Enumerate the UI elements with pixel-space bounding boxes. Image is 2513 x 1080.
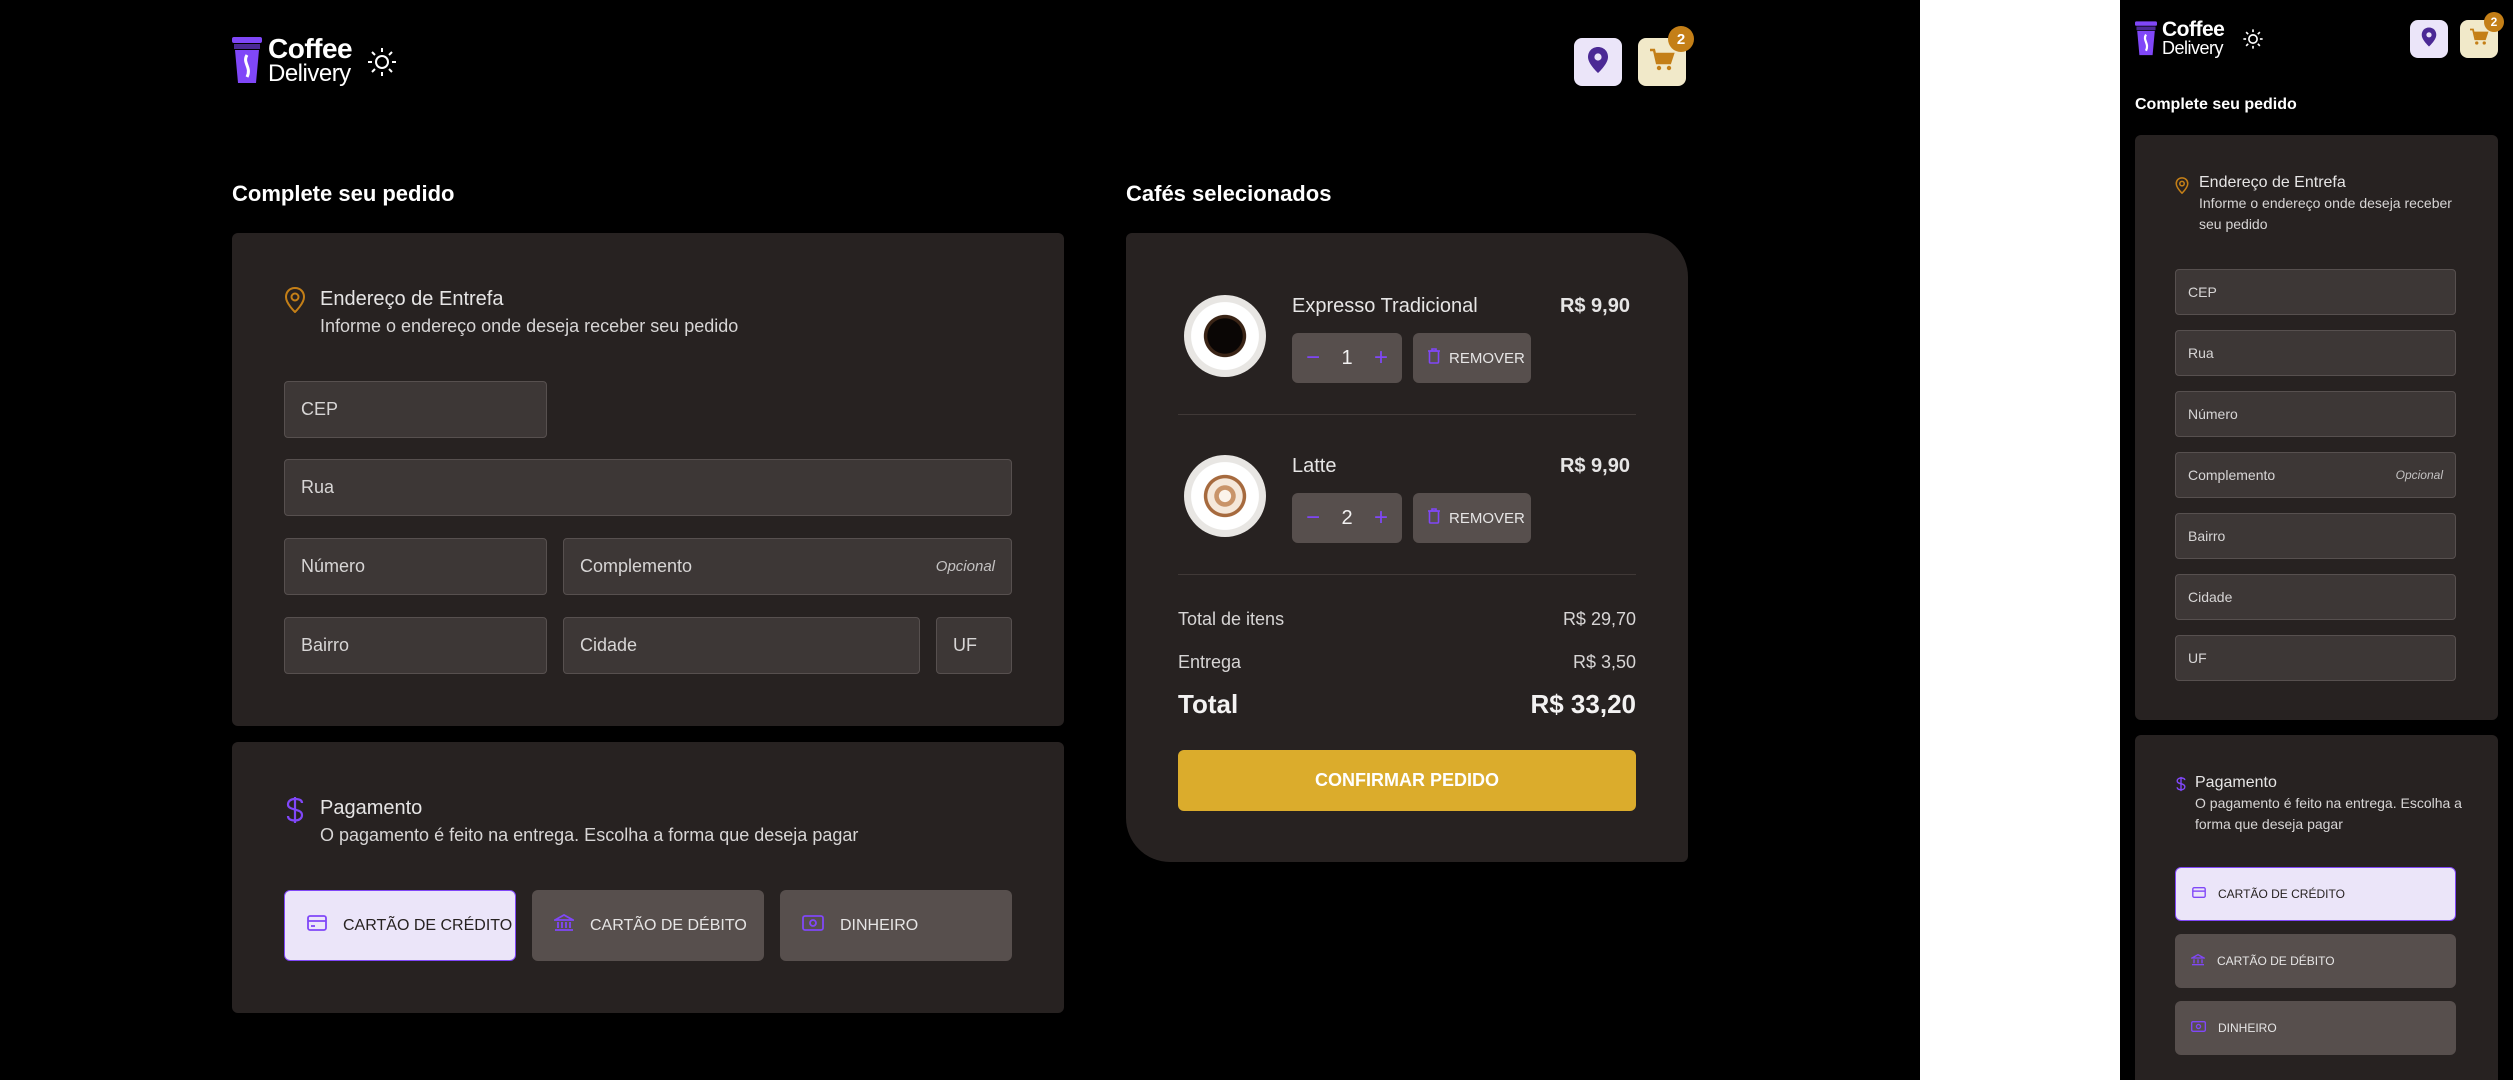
logo-line1: Coffee bbox=[268, 33, 353, 64]
desktop-view: Coffee Delivery 2 Complete seu pedido Ca… bbox=[0, 0, 1920, 1080]
payment-card: Pagamento O pagamento é feito na entrega… bbox=[232, 742, 1064, 1013]
cart-count-badge: 2 bbox=[1668, 26, 1694, 52]
location-button[interactable] bbox=[2410, 20, 2448, 58]
cart-count-badge: 2 bbox=[2484, 12, 2504, 32]
summary-total-row: Total R$ 33,20 bbox=[1178, 689, 1636, 719]
cep-field[interactable]: CEP bbox=[2175, 269, 2456, 315]
payment-cash-button[interactable]: DINHEIRO bbox=[780, 890, 1012, 961]
payment-cash-label: DINHEIRO bbox=[840, 916, 919, 934]
cep-field[interactable]: CEP bbox=[284, 381, 547, 438]
map-pin-icon bbox=[2421, 27, 2437, 52]
money-icon bbox=[2191, 1021, 2206, 1035]
item-price: R$ 9,90 bbox=[1559, 295, 1630, 317]
credit-card-icon bbox=[307, 915, 327, 936]
cart-title: Cafés selecionados bbox=[1126, 181, 1332, 206]
rua-field[interactable]: Rua bbox=[284, 459, 1012, 516]
remove-button[interactable]: REMOVER bbox=[1413, 333, 1531, 383]
bank-icon bbox=[2189, 953, 2207, 969]
address-heading: Endereço de Entrefa bbox=[320, 288, 504, 310]
logo[interactable]: Coffee Delivery bbox=[232, 33, 353, 87]
address-heading: Endereço de Entrefa bbox=[2199, 174, 2346, 191]
map-pin-outline-icon bbox=[284, 286, 306, 339]
checkout-title: Complete seu pedido bbox=[2135, 96, 2297, 113]
summary-items-row: Total de itens R$ 29,70 bbox=[1178, 609, 1636, 629]
map-pin-outline-icon bbox=[2175, 177, 2189, 235]
payment-heading: Pagamento bbox=[320, 797, 423, 819]
trash-icon bbox=[1427, 508, 1441, 528]
trash-icon bbox=[1427, 348, 1441, 368]
optional-label: Opcional bbox=[935, 558, 995, 575]
bairro-field[interactable]: Bairro bbox=[284, 617, 547, 674]
payment-cash-button[interactable]: DINHEIRO bbox=[2175, 1001, 2456, 1055]
item-name: Expresso Tradicional bbox=[1292, 295, 1478, 317]
sun-icon bbox=[2242, 29, 2264, 54]
latte-image bbox=[1184, 455, 1266, 537]
address-card: Endereço de Entrefa Informe o endereço o… bbox=[2135, 135, 2498, 720]
payment-credit-button[interactable]: CARTÃO DE CRÉDITO bbox=[2175, 867, 2456, 921]
map-pin-icon bbox=[1587, 46, 1609, 78]
payment-subheading: O pagamento é feito na entrega. Escolha … bbox=[2195, 795, 2462, 832]
confirm-order-button[interactable]: CONFIRMAR PEDIDO bbox=[1178, 750, 1636, 811]
shopping-cart-icon bbox=[2469, 28, 2489, 51]
coffee-cup-icon bbox=[2135, 20, 2157, 58]
uf-field[interactable]: UF bbox=[936, 617, 1012, 674]
minus-icon[interactable]: − bbox=[1306, 344, 1320, 372]
theme-toggle-button[interactable] bbox=[366, 46, 398, 83]
divider bbox=[1178, 414, 1636, 415]
logo-line2: Delivery bbox=[268, 59, 351, 87]
credit-card-icon bbox=[2192, 887, 2206, 901]
payment-debit-button[interactable]: CARTÃO DE DÉBITO bbox=[532, 890, 764, 961]
divider bbox=[1178, 574, 1636, 575]
cidade-field[interactable]: Cidade bbox=[2175, 574, 2456, 620]
bairro-field[interactable]: Bairro bbox=[2175, 513, 2456, 559]
uf-field[interactable]: UF bbox=[2175, 635, 2456, 681]
plus-icon[interactable]: + bbox=[1374, 504, 1388, 532]
item-price: R$ 9,90 bbox=[1559, 455, 1630, 477]
theme-toggle-button[interactable] bbox=[2242, 28, 2264, 55]
bank-icon bbox=[551, 913, 577, 937]
cidade-field[interactable]: Cidade bbox=[563, 617, 920, 674]
payment-heading: Pagamento bbox=[2195, 774, 2277, 791]
payment-credit-button[interactable]: CARTÃO DE CRÉDITO bbox=[284, 890, 516, 961]
plus-icon[interactable]: + bbox=[1374, 344, 1388, 372]
quantity-stepper[interactable]: − 2 + bbox=[1292, 493, 1402, 543]
cart-button[interactable]: 2 bbox=[2460, 12, 2504, 58]
address-card: Endereço de Entrefa Informe o endereço o… bbox=[232, 233, 1064, 726]
minus-icon[interactable]: − bbox=[1306, 504, 1320, 532]
numero-field[interactable]: Número bbox=[284, 538, 547, 595]
numero-field[interactable]: Número bbox=[2175, 391, 2456, 437]
address-subheading: Informe o endereço onde deseja receber s… bbox=[320, 316, 739, 336]
item-name: Latte bbox=[1292, 455, 1337, 477]
address-subheading: Informe o endereço onde deseja receber s… bbox=[2199, 195, 2452, 232]
dollar-icon bbox=[2175, 776, 2187, 835]
summary-delivery-row: Entrega R$ 3,50 bbox=[1178, 652, 1636, 672]
expresso-image bbox=[1184, 295, 1266, 377]
coffee-cup-icon bbox=[232, 36, 262, 85]
mobile-view: Coffee Delivery 2 Complete seu pedido En… bbox=[2120, 0, 2513, 1080]
rua-field[interactable]: Rua bbox=[2175, 330, 2456, 376]
payment-debit-button[interactable]: CARTÃO DE DÉBITO bbox=[2175, 934, 2456, 988]
payment-credit-label: CARTÃO DE CRÉDITO bbox=[343, 916, 513, 934]
dollar-icon bbox=[284, 796, 306, 848]
quantity-value: 1 bbox=[1341, 346, 1353, 369]
payment-debit-label: CARTÃO DE DÉBITO bbox=[590, 916, 747, 934]
logo[interactable]: Coffee Delivery bbox=[2135, 20, 2225, 58]
remove-button[interactable]: REMOVER bbox=[1413, 493, 1531, 543]
quantity-stepper[interactable]: − 1 + bbox=[1292, 333, 1402, 383]
cart-button[interactable]: 2 bbox=[1638, 26, 1694, 86]
complemento-field[interactable]: Complemento Opcional bbox=[563, 538, 1012, 595]
cart-card: Expresso Tradicional R$ 9,90 − 1 + REMOV… bbox=[1126, 233, 1688, 862]
location-button[interactable] bbox=[1574, 38, 1622, 86]
quantity-value: 2 bbox=[1341, 506, 1353, 529]
payment-card: Pagamento O pagamento é feito na entrega… bbox=[2135, 735, 2498, 1080]
sun-icon bbox=[366, 48, 398, 82]
shopping-cart-icon bbox=[1649, 48, 1675, 77]
money-icon bbox=[802, 915, 824, 936]
payment-subheading: O pagamento é feito na entrega. Escolha … bbox=[320, 825, 859, 845]
complemento-field[interactable]: Complemento Opcional bbox=[2175, 452, 2456, 498]
checkout-title: Complete seu pedido bbox=[232, 181, 455, 206]
